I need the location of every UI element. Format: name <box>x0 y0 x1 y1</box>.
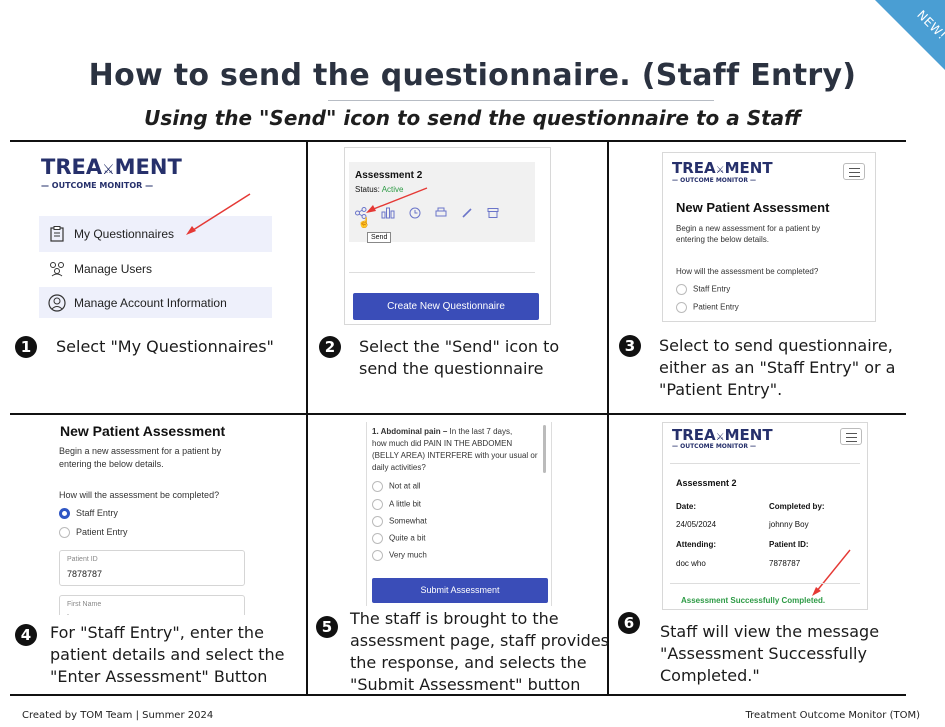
assessment-title: Assessment 2 <box>676 478 737 488</box>
completed-by-label: Completed by: <box>769 502 825 511</box>
attending-value: doc who <box>676 559 706 568</box>
step1-caption: Select "My Questionnaires" <box>56 337 274 356</box>
step1-screenshot: TREA⚔MENT — OUTCOME MONITOR — My Questio… <box>39 150 272 318</box>
step6-screenshot: TREA⚔MENT — OUTCOME MONITOR — Assessment… <box>662 422 868 610</box>
footer-brand: Treatment Outcome Monitor (TOM) <box>745 710 920 721</box>
grid-line-middle <box>10 413 906 415</box>
assessment-question: How will the assessment be completed? <box>676 267 819 276</box>
menu-label: Manage Account Information <box>74 295 227 310</box>
option-not-at-all[interactable]: Not at all <box>372 481 421 492</box>
step2-screenshot: Assessment 2 Status: Active ☝ Send Creat… <box>344 147 551 325</box>
page-title: How to send the questionnaire. (Staff En… <box>88 58 857 93</box>
date-value: 24/05/2024 <box>676 520 717 529</box>
clock-icon[interactable] <box>409 206 421 224</box>
clipboard-icon <box>48 225 66 243</box>
hamburger-menu-icon[interactable] <box>843 163 865 180</box>
red-arrow <box>812 549 851 596</box>
option-staff-entry[interactable]: Staff Entry <box>676 284 730 295</box>
option-a-little-bit[interactable]: A little bit <box>372 499 421 510</box>
archive-icon[interactable] <box>487 206 499 224</box>
step-number-4: 4 <box>15 624 37 646</box>
step-number-1: 1 <box>15 336 37 358</box>
divider <box>670 583 860 584</box>
divider <box>349 272 535 273</box>
users-icon <box>48 260 66 278</box>
option-staff-entry[interactable]: Staff Entry <box>59 508 118 520</box>
assessment-intro: Begin a new assessment for a patient by e… <box>676 224 821 244</box>
step2-caption: Select the "Send" icon to send the questi… <box>359 337 560 378</box>
date-label: Date: <box>676 502 697 511</box>
create-questionnaire-button[interactable]: Create New Questionnaire <box>353 293 539 320</box>
option-very-much[interactable]: Very much <box>372 550 427 561</box>
title-underline <box>328 100 714 101</box>
assessment-heading: New Patient Assessment <box>60 423 226 439</box>
assessment-title: Assessment 2 <box>355 170 423 181</box>
menu-manage-users[interactable]: Manage Users <box>39 254 272 284</box>
footer-credit: Created by TOM Team | Summer 2024 <box>22 710 214 721</box>
option-somewhat[interactable]: Somewhat <box>372 516 427 527</box>
step3-screenshot: TREA⚔MENT — OUTCOME MONITOR — New Patien… <box>662 152 876 322</box>
patient-id-field[interactable]: Patient ID 7878787 <box>59 550 245 586</box>
option-quite-a-bit[interactable]: Quite a bit <box>372 533 425 544</box>
logo-subtitle: — OUTCOME MONITOR — <box>672 443 757 450</box>
logo-subtitle: — OUTCOME MONITOR — <box>41 181 154 190</box>
step5-caption: The staff is brought to the assessment pa… <box>350 609 609 694</box>
logo-subtitle: — OUTCOME MONITOR — <box>672 177 757 184</box>
step4-screenshot: New Patient Assessment Begin a new asses… <box>47 423 257 615</box>
grid-line-top <box>10 140 906 142</box>
treatment-logo: TREA⚔MENT <box>672 426 773 444</box>
assessment-question: How will the assessment be completed? <box>59 490 220 500</box>
chart-icon[interactable] <box>381 206 395 224</box>
patient-id-value: 7878787 <box>769 559 801 568</box>
step5-screenshot: 1. Abdominal pain – In the last 7 days, … <box>366 422 552 606</box>
send-tooltip: Send <box>367 232 392 243</box>
step6-caption: Staff will view the message "Assessment S… <box>660 622 880 685</box>
red-arrow <box>186 193 251 235</box>
print-icon[interactable] <box>435 206 447 224</box>
step-number-6: 6 <box>618 612 640 634</box>
assessment-heading: New Patient Assessment <box>676 200 830 215</box>
assessment-intro: Begin a new assessment for a patient by e… <box>59 446 222 469</box>
step-number-5: 5 <box>316 616 338 638</box>
edit-icon[interactable] <box>461 206 473 224</box>
card-toolbar <box>355 206 525 224</box>
account-icon <box>48 293 66 312</box>
hamburger-menu-icon[interactable] <box>840 428 862 445</box>
menu-label: My Questionnaires <box>74 227 175 241</box>
option-patient-entry[interactable]: Patient Entry <box>676 302 739 313</box>
divider <box>670 463 860 464</box>
step4-caption: For "Staff Entry", enter the patient deta… <box>50 623 285 686</box>
question-text: 1. Abdominal pain – In the last 7 days, … <box>372 427 538 472</box>
first-name-field[interactable]: First Name jane <box>59 595 245 615</box>
option-patient-entry[interactable]: Patient Entry <box>59 527 128 539</box>
completed-by-value: johnny Boy <box>769 520 809 529</box>
scrollbar[interactable] <box>543 425 546 473</box>
submit-assessment-button[interactable]: Submit Assessment <box>372 578 548 603</box>
step-number-2: 2 <box>319 336 341 358</box>
success-message: Assessment Successfully Completed. <box>681 596 826 605</box>
patient-id-label: Patient ID: <box>769 540 809 549</box>
menu-manage-account[interactable]: Manage Account Information <box>39 287 272 318</box>
treatment-logo: TREA⚔MENT <box>41 155 182 179</box>
attending-label: Attending: <box>676 540 716 549</box>
step3-caption: Select to send questionnaire, either as a… <box>659 336 896 399</box>
page-subtitle: Using the "Send" icon to send the questi… <box>144 106 801 130</box>
grid-line-v1 <box>306 140 308 696</box>
step-number-3: 3 <box>619 335 641 357</box>
menu-label: Manage Users <box>74 262 153 276</box>
treatment-logo: TREA⚔MENT <box>672 159 773 177</box>
cursor-icon: ☝ <box>358 218 371 229</box>
